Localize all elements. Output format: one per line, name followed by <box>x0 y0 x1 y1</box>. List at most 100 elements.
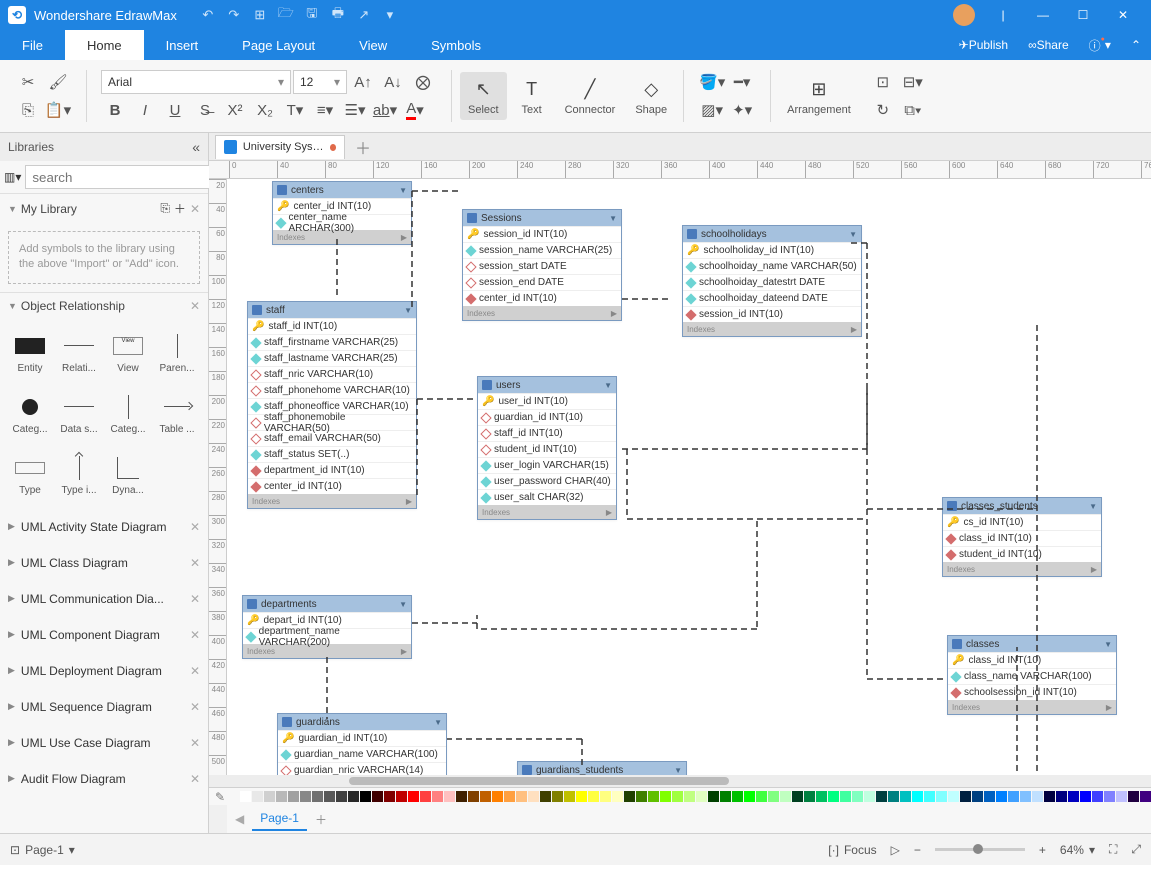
new-icon[interactable]: ⊞ <box>247 2 273 28</box>
new-tab-button[interactable]: ＋ <box>349 135 377 159</box>
user-avatar[interactable] <box>953 4 975 26</box>
clear-format-icon[interactable]: ⨂ <box>409 70 437 94</box>
fill-icon[interactable]: 🪣▾ <box>698 70 726 94</box>
entity-staff[interactable]: staff▼🔑staff_id INT(10)staff_firstname V… <box>247 301 417 509</box>
redo-icon[interactable]: ↷ <box>221 2 247 28</box>
lib-item[interactable]: ▶UML Deployment Diagram✕ <box>0 653 208 689</box>
align-icon[interactable]: ☰▾ <box>341 98 369 122</box>
color-swatch[interactable] <box>408 791 419 802</box>
library-menu-icon[interactable]: ▥▾ <box>4 164 21 190</box>
lib-item[interactable]: ▶UML Component Diagram✕ <box>0 617 208 653</box>
bullet-icon[interactable]: ≡▾ <box>311 98 339 122</box>
color-swatch[interactable] <box>420 791 431 802</box>
color-swatch[interactable] <box>444 791 455 802</box>
ungroup-icon[interactable]: ⊟▾ <box>899 70 927 94</box>
maximize-button[interactable]: ☐ <box>1063 0 1103 30</box>
tab-file[interactable]: File <box>0 30 65 60</box>
color-swatch[interactable] <box>360 791 371 802</box>
color-swatch[interactable] <box>816 791 827 802</box>
entity-guardians[interactable]: guardians▼🔑guardian_id INT(10)guardian_n… <box>277 713 447 775</box>
page-add-icon[interactable]: ＋ <box>315 811 327 828</box>
close-mylib-icon[interactable]: ✕ <box>190 202 200 216</box>
zoom-level[interactable]: 64% ▾ <box>1060 843 1095 857</box>
color-swatch[interactable] <box>396 791 407 802</box>
fit-page-button[interactable]: ⛶ <box>1109 842 1117 857</box>
tab-page-layout[interactable]: Page Layout <box>220 30 337 60</box>
shape-categ2[interactable]: Categ... <box>104 384 152 444</box>
color-swatch[interactable] <box>744 791 755 802</box>
superscript-icon[interactable]: X² <box>221 98 249 122</box>
shape-parent[interactable]: Paren... <box>153 323 201 383</box>
highlight-icon[interactable]: ab▾ <box>371 98 399 122</box>
color-swatch[interactable] <box>1032 791 1043 802</box>
color-swatch[interactable] <box>1068 791 1079 802</box>
lib-item[interactable]: ▶Audit Flow Diagram✕ <box>0 761 208 797</box>
color-swatch[interactable] <box>1008 791 1019 802</box>
line-icon[interactable]: ━▾ <box>728 70 756 94</box>
lib-item[interactable]: ▶UML Class Diagram✕ <box>0 545 208 581</box>
color-swatch[interactable] <box>792 791 803 802</box>
group-icon[interactable]: ⊡ <box>869 70 897 94</box>
shape-datasource[interactable]: Data s... <box>55 384 103 444</box>
lib-item[interactable]: ▶UML Activity State Diagram✕ <box>0 509 208 545</box>
color-swatch[interactable] <box>348 791 359 802</box>
color-swatch[interactable] <box>672 791 683 802</box>
focus-mode-button[interactable]: [·] Focus <box>828 843 876 857</box>
shape-table[interactable]: Table ... <box>153 384 201 444</box>
close-lib-icon[interactable]: ✕ <box>190 520 200 534</box>
zoom-slider[interactable] <box>935 848 1025 851</box>
color-swatch[interactable] <box>240 791 251 802</box>
entity-classes_students[interactable]: classes_students▼🔑cs_id INT(10)class_id … <box>942 497 1102 577</box>
document-tab[interactable]: University Syste... <box>215 135 345 159</box>
undo-icon[interactable]: ↶ <box>195 2 221 28</box>
color-swatch[interactable] <box>372 791 383 802</box>
lib-item[interactable]: ▶UML Sequence Diagram✕ <box>0 689 208 725</box>
color-swatch[interactable] <box>660 791 671 802</box>
entity-schoolholidays[interactable]: schoolholidays▼🔑schoolholiday_id INT(10)… <box>682 225 862 337</box>
publish-button[interactable]: ✈ Publish <box>949 30 1018 60</box>
color-swatch[interactable] <box>480 791 491 802</box>
text-case-icon[interactable]: T▾ <box>281 98 309 122</box>
color-swatch[interactable] <box>1056 791 1067 802</box>
color-swatch[interactable] <box>528 791 539 802</box>
canvas[interactable]: centers▼🔑center_id INT(10)center_name AR… <box>227 179 1151 775</box>
fullscreen-button[interactable]: ⤢ <box>1131 842 1141 857</box>
color-swatch[interactable] <box>552 791 563 802</box>
paste-icon[interactable]: 📋▾ <box>44 98 72 122</box>
color-swatch[interactable] <box>456 791 467 802</box>
tab-view[interactable]: View <box>337 30 409 60</box>
strike-icon[interactable]: S̶ <box>191 98 219 122</box>
color-swatch[interactable] <box>696 791 707 802</box>
share-button[interactable]: ∞ Share <box>1018 30 1079 60</box>
close-lib-icon[interactable]: ✕ <box>190 736 200 750</box>
panel-collapse-icon[interactable]: « <box>192 139 200 155</box>
eyedropper-icon[interactable]: ✎ <box>215 790 235 804</box>
play-button[interactable]: ▷ <box>891 843 900 857</box>
font-color-icon[interactable]: A▾ <box>401 98 429 122</box>
color-swatch[interactable] <box>936 791 947 802</box>
color-swatch[interactable] <box>252 791 263 802</box>
color-swatch[interactable] <box>588 791 599 802</box>
color-swatch[interactable] <box>432 791 443 802</box>
color-swatch[interactable] <box>624 791 635 802</box>
arrangement-tool[interactable]: ⊞Arrangement <box>779 76 859 116</box>
bold-icon[interactable]: B <box>101 98 129 122</box>
subscript-icon[interactable]: X₂ <box>251 98 279 122</box>
tab-symbols[interactable]: Symbols <box>409 30 503 60</box>
increase-font-icon[interactable]: A↑ <box>349 70 377 94</box>
close-lib-icon[interactable]: ✕ <box>190 664 200 678</box>
color-swatch[interactable] <box>1116 791 1127 802</box>
color-swatch[interactable] <box>780 791 791 802</box>
color-swatch[interactable] <box>264 791 275 802</box>
color-swatch[interactable] <box>1092 791 1103 802</box>
close-lib-icon[interactable]: ✕ <box>190 772 200 786</box>
shape-relation[interactable]: Relati... <box>55 323 103 383</box>
entity-centers[interactable]: centers▼🔑center_id INT(10)center_name AR… <box>272 181 412 245</box>
object-relationship-section[interactable]: ▼Object Relationship ✕ <box>0 292 208 319</box>
shape-category[interactable]: Categ... <box>6 384 54 444</box>
rotate-icon[interactable]: ↻ <box>869 98 897 122</box>
tab-insert[interactable]: Insert <box>144 30 221 60</box>
shadow-icon[interactable]: ▨▾ <box>698 98 726 122</box>
add-icon[interactable]: ＋ <box>174 200 186 217</box>
color-swatch[interactable] <box>324 791 335 802</box>
